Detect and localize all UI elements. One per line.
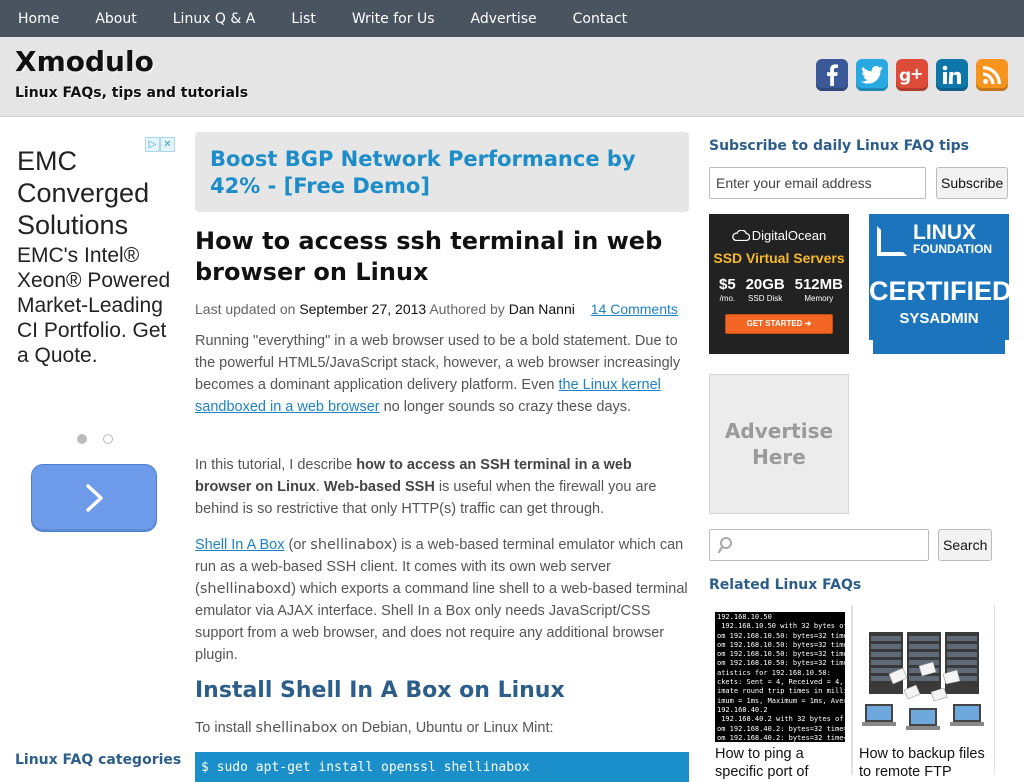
text: no longer sounds so crazy these days. [379,399,632,415]
post-date: September 27, 2013 [299,301,427,317]
inline-code: shellinabox [310,537,393,553]
text: . [315,479,324,495]
related-caption[interactable]: How to ping a specific port of [715,745,847,781]
email-field[interactable] [709,167,926,199]
facebook-icon[interactable] [816,59,848,91]
site-title[interactable]: Xmodulo [15,45,154,78]
ad-do-specs: $5/mo. 20GB SSD Disk 512MB Memory [719,276,843,306]
ad-pager-dot[interactable] [103,434,113,444]
related-item[interactable]: 192.168.10.50 192.168.10.50 with 32 byte… [709,605,852,780]
nav-advertise[interactable]: Advertise [470,11,536,27]
subscribe-heading: Subscribe to daily Linux FAQ tips [709,138,970,154]
promo-link[interactable]: Boost BGP Network Performance by 42% - [… [210,147,636,198]
related-thumbnail[interactable] [859,612,989,742]
spec-unit: /mo. [719,294,736,303]
paragraph-shellinabox: Shell In A Box (or shellinabox) is a web… [195,534,689,666]
ad-headline[interactable]: EMC Converged Solutions [17,145,167,241]
lf-word: FOUNDATION [913,242,993,256]
get-started-button[interactable]: GET STARTED ➔ [725,314,833,334]
related-thumbnail[interactable]: 192.168.10.50 192.168.10.50 with 32 byte… [715,612,845,742]
chevron-right-icon [86,484,103,512]
advertise-here-text: Advertise Here [724,419,834,469]
subscribe-button[interactable]: Subscribe [936,167,1008,199]
advertise-here-box[interactable]: Advertise Here [709,374,849,514]
post-title: How to access ssh terminal in web browse… [195,227,663,286]
text: on Debian, Ubuntu or Linux Mint: [337,720,554,736]
spec-value: $5 [719,276,736,293]
nav-write-for-us[interactable]: Write for Us [352,11,435,27]
lf-word: LINUX [913,221,976,244]
google-plus-icon[interactable]: g + [896,59,928,91]
nav-contact[interactable]: Contact [573,11,627,27]
lf-chevron-icon [869,340,1009,354]
spec-unit: Memory [804,294,834,303]
spec-disk: 20GB SSD Disk [745,276,785,306]
site-tagline: Linux FAQs, tips and tutorials [15,85,249,101]
nav-list[interactable]: List [291,11,315,27]
shell-in-a-box-link[interactable]: Shell In A Box [195,537,284,553]
post-meta: Last updated on September 27, 2013 Autho… [195,301,689,317]
lf-logo-icon [877,226,907,256]
logo-text: DigitalOcean [751,228,827,243]
lf-logo-text: LINUX FOUNDATION [913,221,993,257]
social-links: g + [816,59,1008,91]
authored-label: Authored by [429,301,505,317]
spec-unit: SSD Disk [748,294,783,303]
related-item[interactable]: How to backup files to remote FTP [852,605,995,780]
code-block[interactable]: $ sudo apt-get install openssl shellinab… [195,752,689,782]
related-heading: Related Linux FAQs [709,577,862,593]
text: In this tutorial, I describe [195,457,357,473]
nav-linux-qa[interactable]: Linux Q & A [173,11,256,27]
ad-body[interactable]: EMC's Intel® Xeon® Powered Market-Leadin… [17,243,172,368]
comments-link[interactable]: 14 Comments [591,301,678,317]
paragraph-tutorial: In this tutorial, I describe how to acce… [195,454,689,520]
post-author: Dan Nanni [508,301,575,317]
spec-value: 20GB [745,276,785,293]
related-caption[interactable]: How to backup files to remote FTP [859,745,991,781]
ad-pager [77,434,113,444]
bold-text: Web-based SSH [323,479,435,495]
site-header: Xmodulo Linux FAQs, tips and tutorials g… [0,37,1024,117]
lf-certified: CERTIFIED [869,276,1009,306]
left-ad[interactable]: ▷ ✕ EMC Converged Solutions EMC's Intel®… [15,137,175,537]
search-icon [717,537,732,554]
paragraph-intro: Running "everything" in a web browser us… [195,330,689,418]
section-heading: Install Shell In A Box on Linux [195,678,565,703]
digitalocean-logo: DigitalOcean [709,228,849,243]
spec-memory: 512MB Memory [794,276,843,306]
lf-logo: LINUX FOUNDATION [877,221,1001,258]
digitalocean-ad[interactable]: DigitalOcean SSD Virtual Servers $5/mo. … [709,214,849,354]
linkedin-icon[interactable] [936,59,968,91]
text: (or [284,537,311,553]
nav-about[interactable]: About [95,11,136,27]
ad-pager-dot[interactable] [77,434,87,444]
inline-code: shellinaboxd [199,581,292,597]
lf-sysadmin: SYSADMIN [899,310,979,327]
promo-banner: Boost BGP Network Performance by 42% - [… [195,132,689,212]
search-input[interactable] [709,529,929,561]
server-network-icon [862,632,984,730]
ad-do-headline: SSD Virtual Servers [713,250,845,266]
categories-heading: Linux FAQ categories [15,752,182,768]
top-nav: Home About Linux Q & A List Write for Us… [0,0,1024,37]
rss-icon[interactable] [976,59,1008,91]
linux-foundation-ad[interactable]: LINUX FOUNDATION CERTIFIED SYSADMIN [869,214,1009,354]
spec-price: $5/mo. [719,276,736,306]
text: To install [195,720,256,736]
ad-next-button[interactable] [31,464,157,532]
updated-label: Last updated on [195,301,296,317]
spec-value: 512MB [794,276,843,293]
inline-code: shellinabox [255,720,338,736]
twitter-icon[interactable] [856,59,888,91]
nav-home[interactable]: Home [18,11,59,27]
paragraph-install: To install shellinabox on Debian, Ubuntu… [195,717,689,739]
svg-text:+: + [910,65,923,83]
search-button[interactable]: Search [938,529,992,561]
cloud-icon [731,229,751,242]
